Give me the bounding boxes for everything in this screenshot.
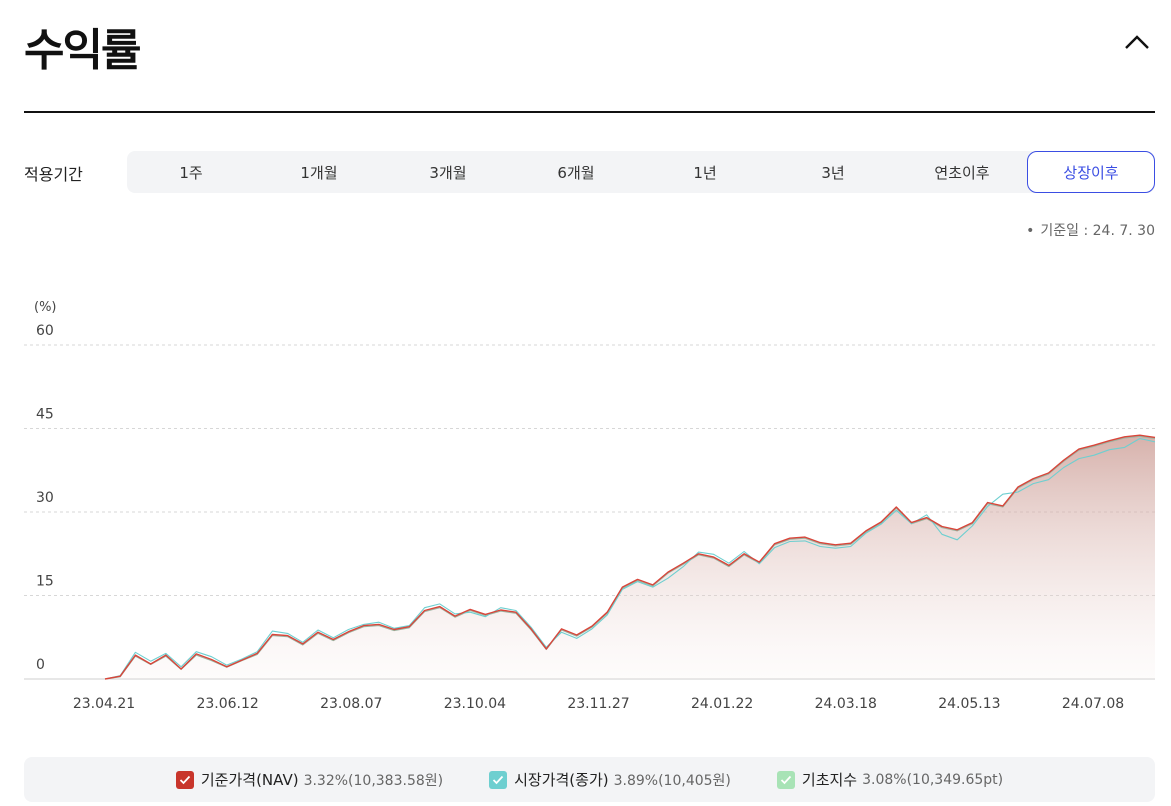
basis-date: • 기준일 : 24. 7. 30 [1026,220,1155,240]
title-divider [24,111,1155,113]
page-title: 수익률 [24,25,141,76]
x-tick-label: 24.07.08 [1062,696,1124,712]
period-tab-since-listing[interactable]: 상장이후 [1027,151,1155,193]
x-tick-label: 23.06.12 [196,696,258,712]
period-tab-ytd[interactable]: 연초이후 [898,151,1026,193]
nav-area [105,435,1155,679]
y-tick-label: 15 [36,574,54,590]
basis-date-text: 기준일 : 24. 7. 30 [1040,223,1155,239]
period-tab-3y[interactable]: 3년 [769,151,897,193]
y-tick-label: 45 [36,407,54,423]
period-tab-1y[interactable]: 1년 [641,151,769,193]
legend-name: 기준가격(NAV) [200,771,299,789]
bullet-icon: • [1026,223,1035,239]
x-tick-label: 24.05.13 [938,696,1000,712]
legend-name: 시장가격(종가) [514,771,609,789]
period-label: 적용기간 [24,165,83,184]
x-tick-label: 24.01.22 [691,696,753,712]
y-unit-label: (%) [34,300,57,315]
collapse-button[interactable] [1117,22,1157,62]
x-tick-label: 24.03.18 [815,696,877,712]
legend-value: 3.89%(10,405원) [613,772,731,789]
legend-item-market[interactable]: 시장가격(종가) 3.89%(10,405원) [489,769,731,790]
y-tick-label: 30 [36,490,54,506]
legend-value: 3.08%(10,349.65pt) [862,771,1004,788]
period-tab-1w[interactable]: 1주 [127,151,255,193]
legend-item-nav[interactable]: 기준가격(NAV) 3.32%(10,383.58원) [175,769,444,790]
return-chart: 0 15 30 45 60 (%) 23.04.21 23.06.12 23.08.07 23.1… [24,300,1156,712]
checkbox-checked-icon [175,770,194,789]
period-tab-6m[interactable]: 6개월 [512,151,640,193]
y-tick-label: 0 [36,657,45,673]
legend-item-index[interactable]: 기초지수 3.08%(10,349.65pt) [776,769,1004,790]
legend-name: 기초지수 [801,771,858,789]
chevron-up-icon [1125,35,1149,49]
legend-value: 3.32%(10,383.58원) [303,772,444,789]
period-tab-3m[interactable]: 3개월 [384,151,512,193]
x-tick-label: 23.11.27 [567,696,629,712]
checkbox-checked-icon [489,770,508,789]
x-tick-label: 23.08.07 [320,696,382,712]
y-tick-label: 60 [36,323,54,339]
period-tabs: 1주 1개월 3개월 6개월 1년 3년 연초이후 상장이후 [127,151,1155,193]
x-tick-label: 23.04.21 [73,696,135,712]
period-tab-1m[interactable]: 1개월 [255,151,383,193]
chart-legend: 기준가격(NAV) 3.32%(10,383.58원) 시장가격(종가) 3.8… [24,757,1155,802]
x-tick-label: 23.10.04 [444,696,506,712]
checkbox-checked-icon [776,770,795,789]
